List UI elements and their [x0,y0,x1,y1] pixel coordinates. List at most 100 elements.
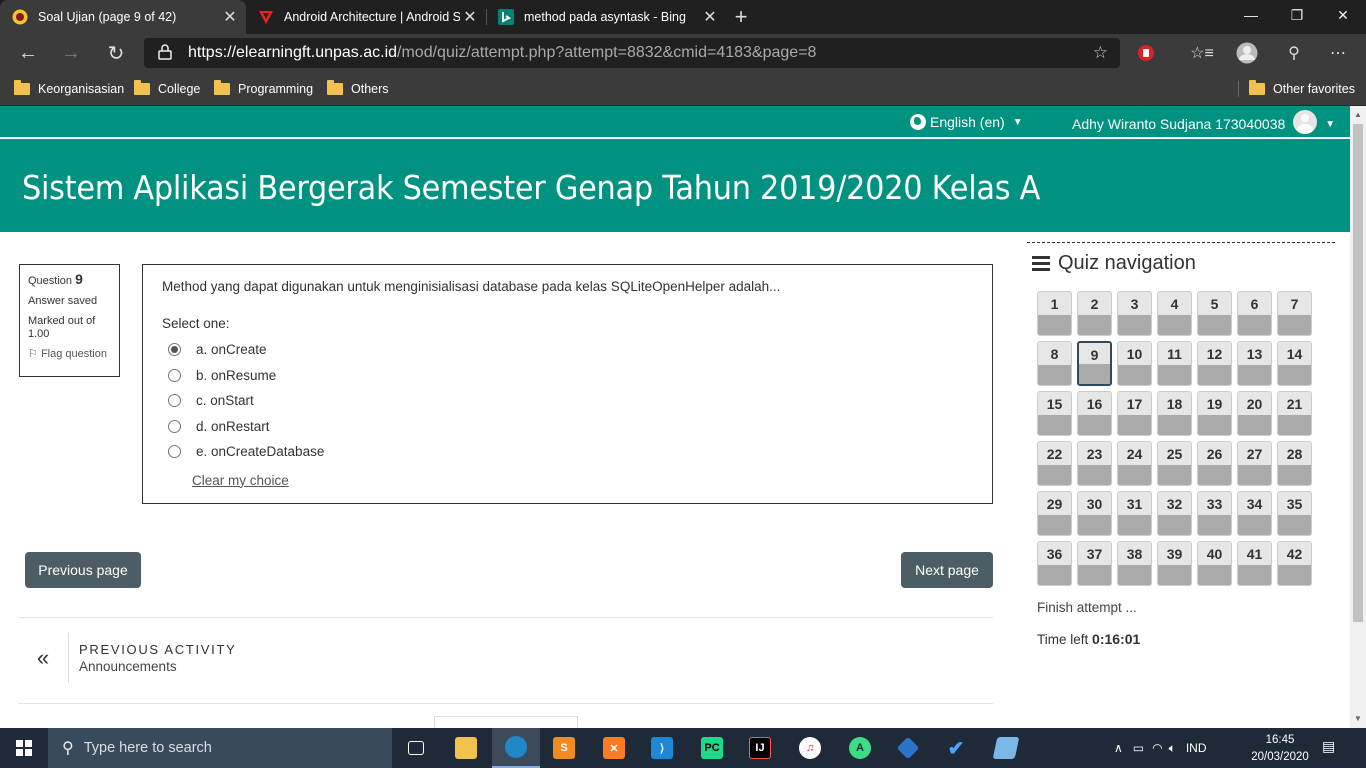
virtualbox-icon[interactable] [884,728,932,768]
radio-button[interactable] [168,394,181,408]
favorite-college[interactable]: College [134,80,200,98]
previous-activity-link[interactable]: « PREVIOUS ACTIVITY Announcements [18,633,237,683]
favorite-programming[interactable]: Programming [214,80,313,98]
favorites-list-icon[interactable]: ☆≡ [1188,40,1216,66]
scroll-down-icon[interactable]: ▼ [1354,714,1362,723]
radio-button[interactable] [168,419,181,433]
next-page-button[interactable]: Next page [901,552,993,588]
quiz-nav-button-2[interactable]: 2 [1077,291,1112,336]
quiz-nav-button-3[interactable]: 3 [1117,291,1152,336]
tab-close-icon[interactable]: ✕ [460,7,480,27]
quiz-nav-button-34[interactable]: 34 [1237,491,1272,536]
quiz-nav-button-29[interactable]: 29 [1037,491,1072,536]
itunes-icon[interactable]: ♫ [786,728,834,768]
quiz-nav-button-7[interactable]: 7 [1277,291,1312,336]
start-button[interactable] [0,728,48,768]
input-language[interactable]: IND [1186,741,1207,755]
forward-icon[interactable]: → [55,38,87,68]
quiz-nav-button-14[interactable]: 14 [1277,341,1312,386]
edge-icon[interactable] [492,728,540,768]
tab-android-architecture[interactable]: Android Architecture | Android S ✕ [246,0,486,34]
quiz-nav-button-20[interactable]: 20 [1237,391,1272,436]
xampp-icon[interactable]: ✕ [590,728,638,768]
quiz-nav-button-33[interactable]: 33 [1197,491,1232,536]
flag-question[interactable]: ⚐ Flag question [28,348,111,361]
quiz-nav-button-21[interactable]: 21 [1277,391,1312,436]
answer-option-e[interactable]: e. onCreateDatabase [162,439,973,465]
other-favorites[interactable]: Other favorites [1249,80,1355,98]
taskbar-search[interactable]: ⚲ Type here to search [48,728,392,768]
restore-icon[interactable]: ❐ [1274,0,1320,30]
quiz-nav-button-38[interactable]: 38 [1117,541,1152,586]
favorite-others[interactable]: Others [327,80,389,98]
vscode-icon[interactable]: ⟩ [638,728,686,768]
new-tab-icon[interactable]: + [728,0,754,34]
quiz-nav-button-39[interactable]: 39 [1157,541,1192,586]
option-label[interactable]: a. onCreate [196,342,267,357]
tab-bing[interactable]: method pada asyntask - Bing ✕ [486,0,726,34]
quiz-nav-button-4[interactable]: 4 [1157,291,1192,336]
language-menu[interactable]: English (en) ▼ [910,114,1023,130]
quiz-nav-button-1[interactable]: 1 [1037,291,1072,336]
intellij-icon[interactable]: IJ [736,728,784,768]
wifi-icon[interactable]: ◠ [1152,741,1162,755]
quiz-nav-button-11[interactable]: 11 [1157,341,1192,386]
close-window-icon[interactable]: ✕ [1320,0,1366,30]
page-scrollbar[interactable]: ▲ ▼ [1350,106,1366,728]
favorite-star-icon[interactable]: ☆ [1093,43,1108,63]
option-label[interactable]: c. onStart [196,393,254,408]
more-options-icon[interactable]: ⋯ [1324,40,1352,66]
sublime-text-icon[interactable]: S [540,728,588,768]
volume-icon[interactable]: 🔈︎ [1169,741,1176,756]
quiz-nav-button-30[interactable]: 30 [1077,491,1112,536]
notes-app-icon[interactable] [982,728,1030,768]
scrollbar-thumb[interactable] [1353,124,1363,622]
tab-close-icon[interactable]: ✕ [700,7,720,27]
quiz-nav-button-16[interactable]: 16 [1077,391,1112,436]
quiz-nav-button-27[interactable]: 27 [1237,441,1272,486]
profile-icon[interactable] [1233,40,1261,66]
quiz-nav-button-37[interactable]: 37 [1077,541,1112,586]
answer-option-a[interactable]: a. onCreate [162,337,973,363]
user-menu[interactable]: Adhy Wiranto Sudjana 173040038 ▼ [1072,110,1335,134]
quiz-nav-button-6[interactable]: 6 [1237,291,1272,336]
quiz-nav-button-12[interactable]: 12 [1197,341,1232,386]
finish-attempt-link[interactable]: Finish attempt ... [1037,600,1137,615]
quiz-nav-button-17[interactable]: 17 [1117,391,1152,436]
quiz-nav-button-24[interactable]: 24 [1117,441,1152,486]
quiz-nav-button-28[interactable]: 28 [1277,441,1312,486]
quiz-nav-button-5[interactable]: 5 [1197,291,1232,336]
option-label[interactable]: d. onRestart [196,419,270,434]
quiz-nav-button-15[interactable]: 15 [1037,391,1072,436]
option-label[interactable]: e. onCreateDatabase [196,444,324,459]
clear-choice-link[interactable]: Clear my choice [192,473,289,488]
quiz-nav-button-36[interactable]: 36 [1037,541,1072,586]
feedback-icon[interactable]: ⚲ [1280,40,1308,66]
option-label[interactable]: b. onResume [196,368,276,383]
quiz-nav-button-10[interactable]: 10 [1117,341,1152,386]
quiz-nav-button-35[interactable]: 35 [1277,491,1312,536]
quiz-nav-button-26[interactable]: 26 [1197,441,1232,486]
radio-button[interactable] [168,368,181,382]
radio-button[interactable] [168,343,181,357]
quiz-nav-button-31[interactable]: 31 [1117,491,1152,536]
minimize-icon[interactable]: — [1228,0,1274,30]
tab-close-icon[interactable]: ✕ [220,7,240,27]
answer-option-d[interactable]: d. onRestart [162,414,973,440]
quiz-nav-button-25[interactable]: 25 [1157,441,1192,486]
scroll-up-icon[interactable]: ▲ [1354,110,1362,119]
quiz-nav-button-19[interactable]: 19 [1197,391,1232,436]
tab-quiz[interactable]: Soal Ujian (page 9 of 42) ✕ [0,0,246,34]
back-icon[interactable]: ← [12,38,44,68]
quiz-nav-button-40[interactable]: 40 [1197,541,1232,586]
quiz-nav-button-42[interactable]: 42 [1277,541,1312,586]
answer-option-c[interactable]: c. onStart [162,388,973,414]
quiz-nav-button-18[interactable]: 18 [1157,391,1192,436]
todo-icon[interactable]: ✔ [932,728,980,768]
android-studio-icon[interactable]: A [836,728,884,768]
quiz-nav-button-9[interactable]: 9 [1077,341,1112,386]
task-view-icon[interactable] [392,728,440,768]
quiz-nav-button-22[interactable]: 22 [1037,441,1072,486]
show-hidden-icons-icon[interactable]: ∧ [1114,741,1123,755]
previous-page-button[interactable]: Previous page [25,552,141,588]
